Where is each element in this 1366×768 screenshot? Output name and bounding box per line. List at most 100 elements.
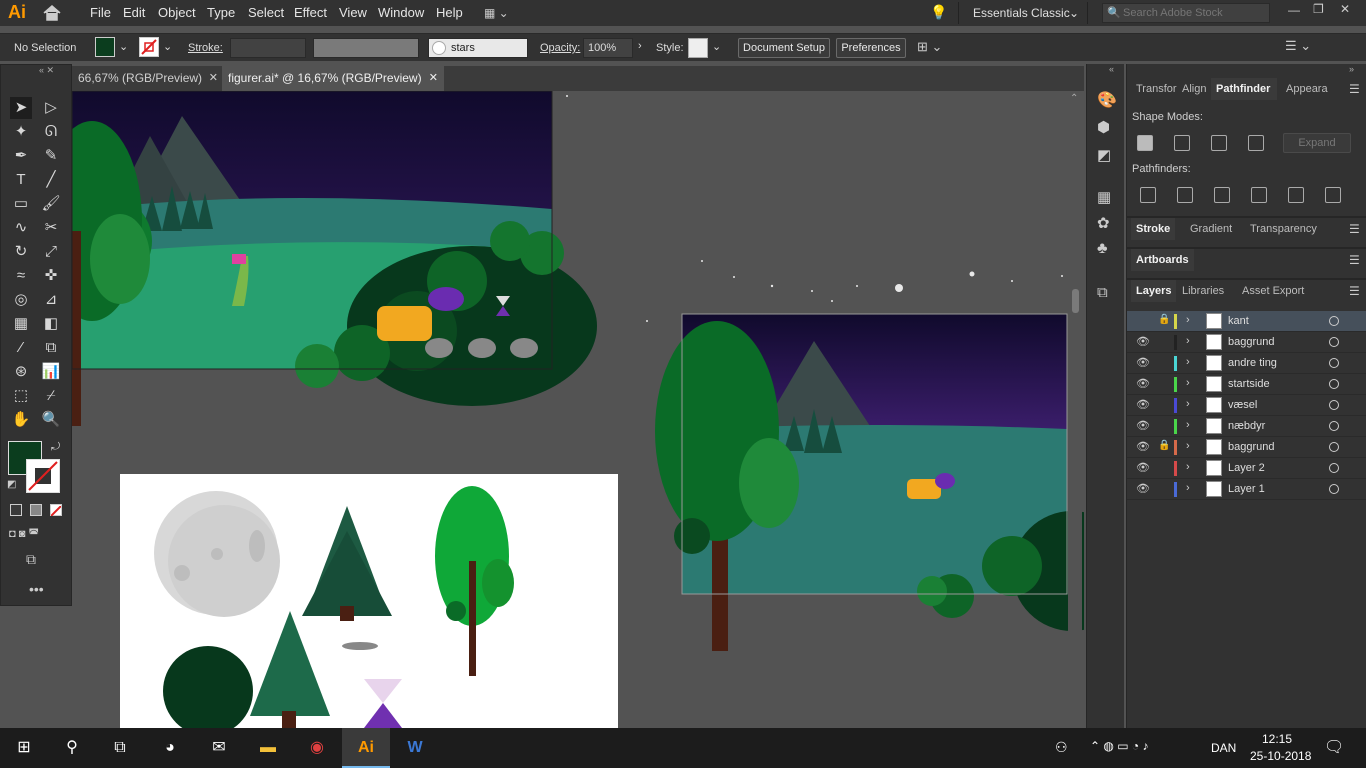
none-mode-icon[interactable] <box>50 504 62 517</box>
menu-type[interactable]: Type <box>207 5 235 20</box>
panel-toggle-icon[interactable]: ☰ ⌄ <box>1285 38 1311 54</box>
scale-tool-icon[interactable]: ⤢ <box>40 241 62 263</box>
draw-mode-icon[interactable]: ◘ ◙ ◚ <box>9 527 39 540</box>
panel-collapse-icon[interactable]: « ✕ <box>39 65 54 76</box>
divide-icon[interactable] <box>1140 187 1156 203</box>
stock-search-input[interactable] <box>1123 5 1265 21</box>
chevron-up-icon[interactable]: ⌃ <box>1070 93 1078 104</box>
default-colors-icon[interactable]: ◩ <box>7 479 16 490</box>
tab-appearance[interactable]: Appeara <box>1281 78 1333 100</box>
close-icon[interactable]: ✕ <box>1340 2 1350 16</box>
layer-row[interactable]: 🔒 › kant <box>1127 311 1366 332</box>
lock-icon[interactable]: 🔒 <box>1158 440 1170 451</box>
opacity-field[interactable]: 100% <box>583 38 633 58</box>
menu-effect[interactable]: Effect <box>294 5 327 20</box>
tab-align[interactable]: Align <box>1177 78 1211 100</box>
layer-row[interactable]: 👁 🔒 › baggrund <box>1127 437 1366 458</box>
stroke-label[interactable]: Stroke: <box>188 42 223 54</box>
people-icon[interactable]: ⚇ <box>1055 739 1068 756</box>
style-swatch[interactable] <box>688 38 708 58</box>
layer-row[interactable]: 👁 › Layer 1 <box>1127 479 1366 500</box>
tab-layers[interactable]: Layers <box>1131 280 1177 302</box>
minus-front-icon[interactable] <box>1174 135 1190 151</box>
lasso-tool-icon[interactable]: ᘏ <box>40 121 62 143</box>
menu-help[interactable]: Help <box>436 5 463 20</box>
symbol-sprayer-tool-icon[interactable]: ⊛ <box>10 361 32 383</box>
unite-icon[interactable] <box>1137 135 1153 151</box>
merge-icon[interactable] <box>1214 187 1230 203</box>
search-icon[interactable]: ⚲ <box>48 728 96 768</box>
3d-panel-icon[interactable]: ⬢ <box>1097 118 1110 136</box>
curvature-tool-icon[interactable]: ✎ <box>40 145 62 167</box>
fill-swatch[interactable] <box>95 37 115 57</box>
artboard-tool-icon[interactable]: ⬚ <box>10 385 32 407</box>
task-view-icon[interactable]: ⧉ <box>96 728 144 768</box>
pen-tool-icon[interactable]: ✒ <box>10 145 32 167</box>
variable-width-profile[interactable] <box>313 38 419 58</box>
visibility-eye-icon[interactable]: 👁 <box>1136 398 1150 411</box>
layer-name[interactable]: startside <box>1228 378 1270 390</box>
panel-menu-icon[interactable]: ☰ <box>1349 284 1360 298</box>
visibility-eye-icon[interactable]: 👁 <box>1136 461 1150 474</box>
workspace-switcher[interactable]: Essentials Classic ⌄ <box>958 2 1088 24</box>
document-setup-button[interactable]: Document Setup <box>738 38 830 58</box>
trim-icon[interactable] <box>1177 187 1193 203</box>
preferences-button[interactable]: Preferences <box>836 38 906 58</box>
tab-document-2[interactable]: figurer.ai* @ 16,67% (RGB/Preview) ✕ <box>222 66 444 91</box>
brush-definition[interactable]: stars <box>428 38 528 58</box>
puppet-warp-tool-icon[interactable]: ✜ <box>40 265 62 287</box>
layer-row[interactable]: 👁 › startside <box>1127 374 1366 395</box>
direct-selection-tool-icon[interactable]: ▷ <box>40 97 62 119</box>
app-icon-1[interactable]: ◕ <box>146 728 194 768</box>
layer-row[interactable]: 👁 › baggrund <box>1127 332 1366 353</box>
menu-select[interactable]: Select <box>248 5 284 20</box>
target-circle-icon[interactable] <box>1329 484 1339 494</box>
chevron-right-icon[interactable]: › <box>638 40 642 52</box>
stroke-color-box[interactable] <box>26 459 60 493</box>
chevron-down-icon[interactable]: ⌄ <box>119 40 128 53</box>
home-icon[interactable] <box>42 4 62 22</box>
tab-transform[interactable]: Transfor <box>1131 78 1182 100</box>
visibility-eye-icon[interactable]: 👁 <box>1136 482 1150 495</box>
layer-name[interactable]: væsel <box>1228 399 1257 411</box>
selection-tool-icon[interactable]: ➤ <box>10 97 32 119</box>
rotate-tool-icon[interactable]: ↻ <box>10 241 32 263</box>
minus-back-icon[interactable] <box>1325 187 1341 203</box>
shape-builder-tool-icon[interactable]: ◎ <box>10 289 32 311</box>
gradient-mode-icon[interactable] <box>30 504 42 516</box>
clock-date[interactable]: 25-10-2018 <box>1250 749 1311 763</box>
close-icon[interactable]: ✕ <box>429 66 438 91</box>
visibility-eye-icon[interactable]: 👁 <box>1136 440 1150 453</box>
word-icon[interactable]: W <box>391 728 439 768</box>
panel-menu-icon[interactable]: ☰ <box>1349 222 1360 236</box>
visibility-eye-icon[interactable]: 👁 <box>1136 377 1150 390</box>
restore-icon[interactable]: ❐ <box>1313 2 1324 16</box>
menu-view[interactable]: View <box>339 5 367 20</box>
layer-name[interactable]: kant <box>1228 315 1249 327</box>
chevron-down-icon[interactable]: ⌄ <box>712 40 721 53</box>
links-panel-icon[interactable]: ⧉ <box>1097 284 1108 301</box>
menu-edit[interactable]: Edit <box>123 5 145 20</box>
expand-arrow-icon[interactable]: › <box>1186 482 1190 494</box>
menu-object[interactable]: Object <box>158 5 196 20</box>
panel-menu-icon[interactable]: ☰ <box>1349 253 1360 267</box>
gradient-tool-icon[interactable]: ◧ <box>40 313 62 335</box>
windows-start-icon[interactable]: ⊞ <box>0 728 48 768</box>
type-tool-icon[interactable]: T <box>10 169 32 191</box>
app-logo[interactable]: Ai <box>8 2 26 23</box>
visibility-eye-icon[interactable]: 👁 <box>1136 356 1150 369</box>
screen-mode-icon[interactable]: ⧉ <box>26 551 36 568</box>
target-circle-icon[interactable] <box>1329 358 1339 368</box>
warp-tool-icon[interactable]: ≈ <box>10 265 32 287</box>
layer-name[interactable]: baggrund <box>1228 336 1275 348</box>
symbols-panel-icon[interactable]: ♣ <box>1097 240 1108 258</box>
blend-tool-icon[interactable]: ⧉ <box>40 337 62 359</box>
visibility-eye-icon[interactable]: 👁 <box>1136 419 1150 432</box>
tab-artboards[interactable]: Artboards <box>1131 249 1194 271</box>
layer-row[interactable]: 👁 › andre ting <box>1127 353 1366 374</box>
swap-colors-icon[interactable]: ⤾ <box>51 441 60 454</box>
expand-arrow-icon[interactable]: › <box>1186 335 1190 347</box>
scrollbar-thumb[interactable] <box>1072 289 1079 313</box>
mail-icon[interactable]: ✉ <box>195 728 243 768</box>
lightbulb-icon[interactable]: 💡 <box>930 4 947 21</box>
